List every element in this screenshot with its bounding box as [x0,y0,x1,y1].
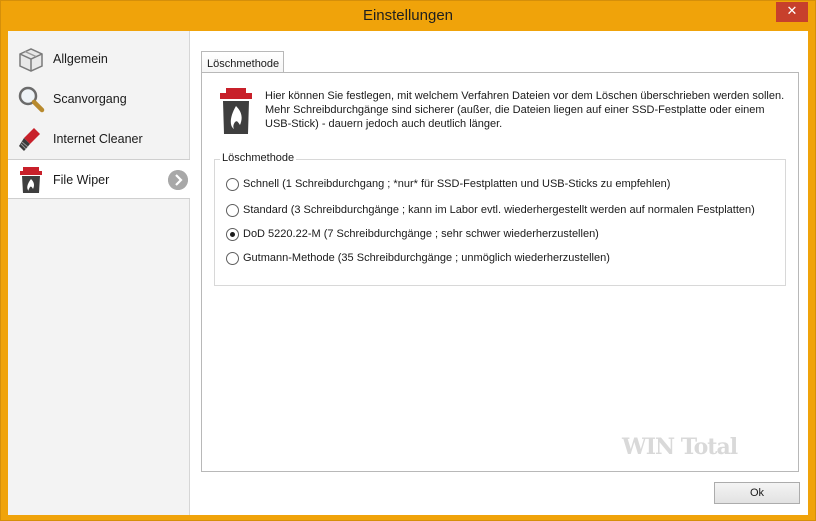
radio-button[interactable] [226,203,239,217]
sidebar-item-label: Internet Cleaner [53,132,143,146]
radio-button[interactable] [226,251,239,265]
tab-loeschmethode[interactable]: Löschmethode [201,51,284,73]
sidebar: Allgemein Scanvorgang Internet Cleaner F… [8,31,190,515]
option-dod[interactable]: DoD 5220.22-M (7 Schreibdurchgänge ; seh… [226,226,599,242]
radio-button[interactable] [226,177,239,191]
sidebar-item-scanvorgang[interactable]: Scanvorgang [8,79,190,119]
radio-button-checked[interactable] [226,227,239,241]
chevron-right-icon [168,170,188,190]
sidebar-item-label: Allgemein [53,52,108,66]
magnifier-icon [18,86,45,113]
watermark-text: WIN Total [622,434,738,460]
client-area: Allgemein Scanvorgang Internet Cleaner F… [8,31,808,515]
option-label: Schnell (1 Schreibdurchgang ; *nur* für … [243,178,671,190]
sidebar-item-label: File Wiper [53,173,110,187]
option-standard[interactable]: Standard (3 Schreibdurchgänge ; kann im … [226,202,755,218]
group-legend: Löschmethode [220,152,297,164]
sidebar-item-internet-cleaner[interactable]: Internet Cleaner [8,119,190,159]
option-label: Standard (3 Schreibdurchgänge ; kann im … [243,204,755,216]
trash-fire-icon [20,167,42,193]
option-gutmann[interactable]: Gutmann-Methode (35 Schreibdurchgänge ; … [226,250,610,266]
sidebar-item-allgemein[interactable]: Allgemein [8,39,190,79]
window-title: Einstellungen [362,7,454,24]
option-label: Gutmann-Methode (35 Schreibdurchgänge ; … [243,252,610,264]
option-schnell[interactable]: Schnell (1 Schreibdurchgang ; *nur* für … [226,176,670,192]
description-text: Hier können Sie festlegen, mit welchem V… [265,90,785,130]
close-button[interactable]: ✕ [776,2,808,22]
box-icon [19,48,43,72]
tab-panel: Hier können Sie festlegen, mit welchem V… [201,72,799,472]
settings-window: Einstellungen ✕ Allgemein Scanvorgang In… [0,0,816,521]
sidebar-item-file-wiper[interactable]: File Wiper [8,159,190,199]
loeschmethode-group: Löschmethode Schnell (1 Schreibdurchgang… [214,152,786,286]
broom-icon [19,128,40,151]
watermark: WIN Total [622,428,742,468]
ok-button[interactable]: Ok [714,482,800,504]
trash-fire-icon [220,88,252,134]
title-bar[interactable]: Einstellungen ✕ [1,1,815,31]
sidebar-item-label: Scanvorgang [53,92,127,106]
option-label: DoD 5220.22-M (7 Schreibdurchgänge ; seh… [243,228,599,240]
